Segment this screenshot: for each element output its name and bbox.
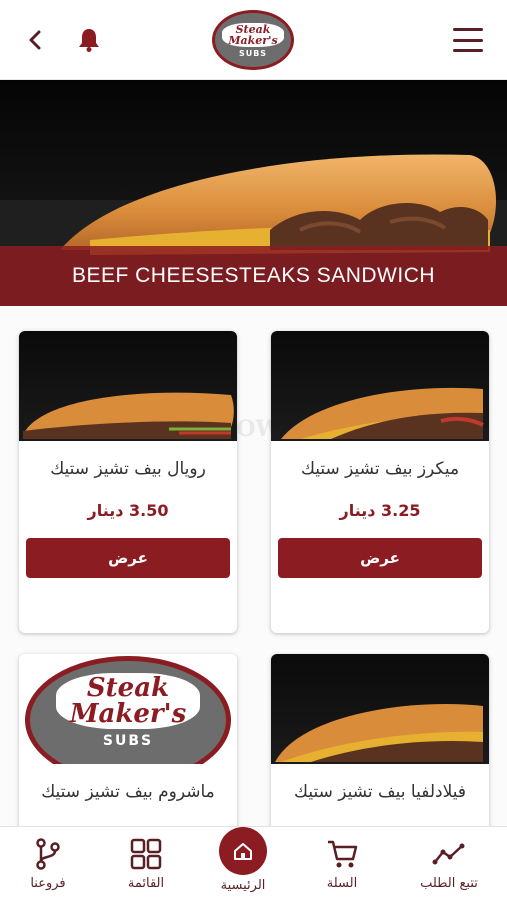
back-button[interactable] bbox=[20, 24, 50, 56]
brand-logo-large: Steak Maker's SUBS bbox=[25, 656, 231, 764]
logo-line2: Maker's bbox=[228, 33, 278, 47]
logo-subtitle: SUBS bbox=[102, 733, 154, 749]
product-price: 3.25 دينار bbox=[339, 501, 421, 520]
nav-branches[interactable]: فروعنا bbox=[3, 827, 93, 900]
grid-icon bbox=[129, 837, 163, 871]
notifications-button[interactable] bbox=[73, 24, 105, 56]
product-image bbox=[271, 331, 489, 441]
product-name: ماشروم بيف تشيز ستيك bbox=[41, 782, 215, 802]
brand-logo[interactable]: Steak Maker's SUBS bbox=[212, 10, 294, 70]
nav-cart-label: السلة bbox=[326, 876, 358, 891]
menu-bar-bottom bbox=[453, 49, 483, 52]
hero-title-banner: BEEF CHEESESTEAKS SANDWICH bbox=[0, 246, 507, 306]
hero-banner-image: BEEF CHEESESTEAKS SANDWICH bbox=[0, 80, 507, 306]
product-card[interactable]: رويال بيف تشيز ستيك 3.50 دينار عرض bbox=[19, 331, 237, 633]
logo-line1: Steak bbox=[235, 22, 271, 36]
product-name: فيلادلفيا بيف تشيز ستيك bbox=[294, 782, 466, 802]
nav-track-order-label: تتبع الطلب bbox=[420, 876, 478, 891]
product-image bbox=[271, 654, 489, 764]
product-price: 3.50 دينار bbox=[87, 501, 169, 520]
nav-track-order[interactable]: تتبع الطلب bbox=[404, 827, 494, 900]
view-product-button[interactable]: عرض bbox=[278, 538, 482, 578]
home-icon bbox=[219, 827, 267, 875]
bell-icon bbox=[79, 29, 99, 52]
nav-menu[interactable]: القائمة bbox=[101, 827, 191, 900]
chevron-left-icon bbox=[29, 30, 41, 50]
product-card[interactable]: Steak Maker's SUBS ماشروم بيف تشيز ستيك bbox=[19, 654, 237, 826]
product-card[interactable]: فيلادلفيا بيف تشيز ستيك bbox=[271, 654, 489, 826]
logo-line1: Steak bbox=[86, 673, 170, 703]
nav-cart[interactable]: السلة bbox=[297, 827, 387, 900]
logo-line2: Maker's bbox=[69, 699, 187, 729]
product-card[interactable]: ميكرز بيف تشيز ستيك 3.25 دينار عرض bbox=[271, 331, 489, 633]
view-product-button[interactable]: عرض bbox=[26, 538, 230, 578]
menu-bar-middle bbox=[453, 38, 483, 42]
products-section: BEEF TOWN ميكرز بيف تشيز ستيك 3.25 دينار… bbox=[0, 306, 507, 826]
sandwich-thumbnail bbox=[23, 392, 234, 439]
cart-icon bbox=[325, 837, 359, 871]
hero-title: BEEF CHEESESTEAKS SANDWICH bbox=[71, 264, 436, 287]
nav-menu-label: القائمة bbox=[127, 876, 165, 891]
sandwich-thumbnail bbox=[281, 387, 484, 439]
nav-branches-label: فروعنا bbox=[30, 876, 66, 891]
product-image bbox=[19, 331, 237, 441]
menu-bar-top bbox=[453, 28, 483, 31]
hamburger-menu-button[interactable] bbox=[453, 28, 483, 52]
trend-line-icon bbox=[432, 837, 466, 871]
logo-wordmark: Steak Maker's bbox=[55, 673, 201, 729]
product-image: Steak Maker's SUBS bbox=[19, 654, 237, 764]
product-name: رويال بيف تشيز ستيك bbox=[50, 459, 206, 479]
app-header: Steak Maker's SUBS bbox=[0, 0, 507, 80]
bottom-navigation: تتبع الطلب السلة الرئيسية القائمة فروعنا bbox=[0, 826, 507, 900]
sandwich-thumbnail bbox=[275, 704, 483, 762]
nav-home-label: الرئيسية bbox=[220, 878, 266, 893]
nav-home[interactable]: الرئيسية bbox=[198, 827, 288, 900]
branch-icon bbox=[31, 837, 65, 871]
product-name: ميكرز بيف تشيز ستيك bbox=[300, 459, 460, 479]
logo-wordmark: Steak Maker's bbox=[222, 22, 284, 47]
logo-subtitle: SUBS bbox=[238, 48, 268, 58]
